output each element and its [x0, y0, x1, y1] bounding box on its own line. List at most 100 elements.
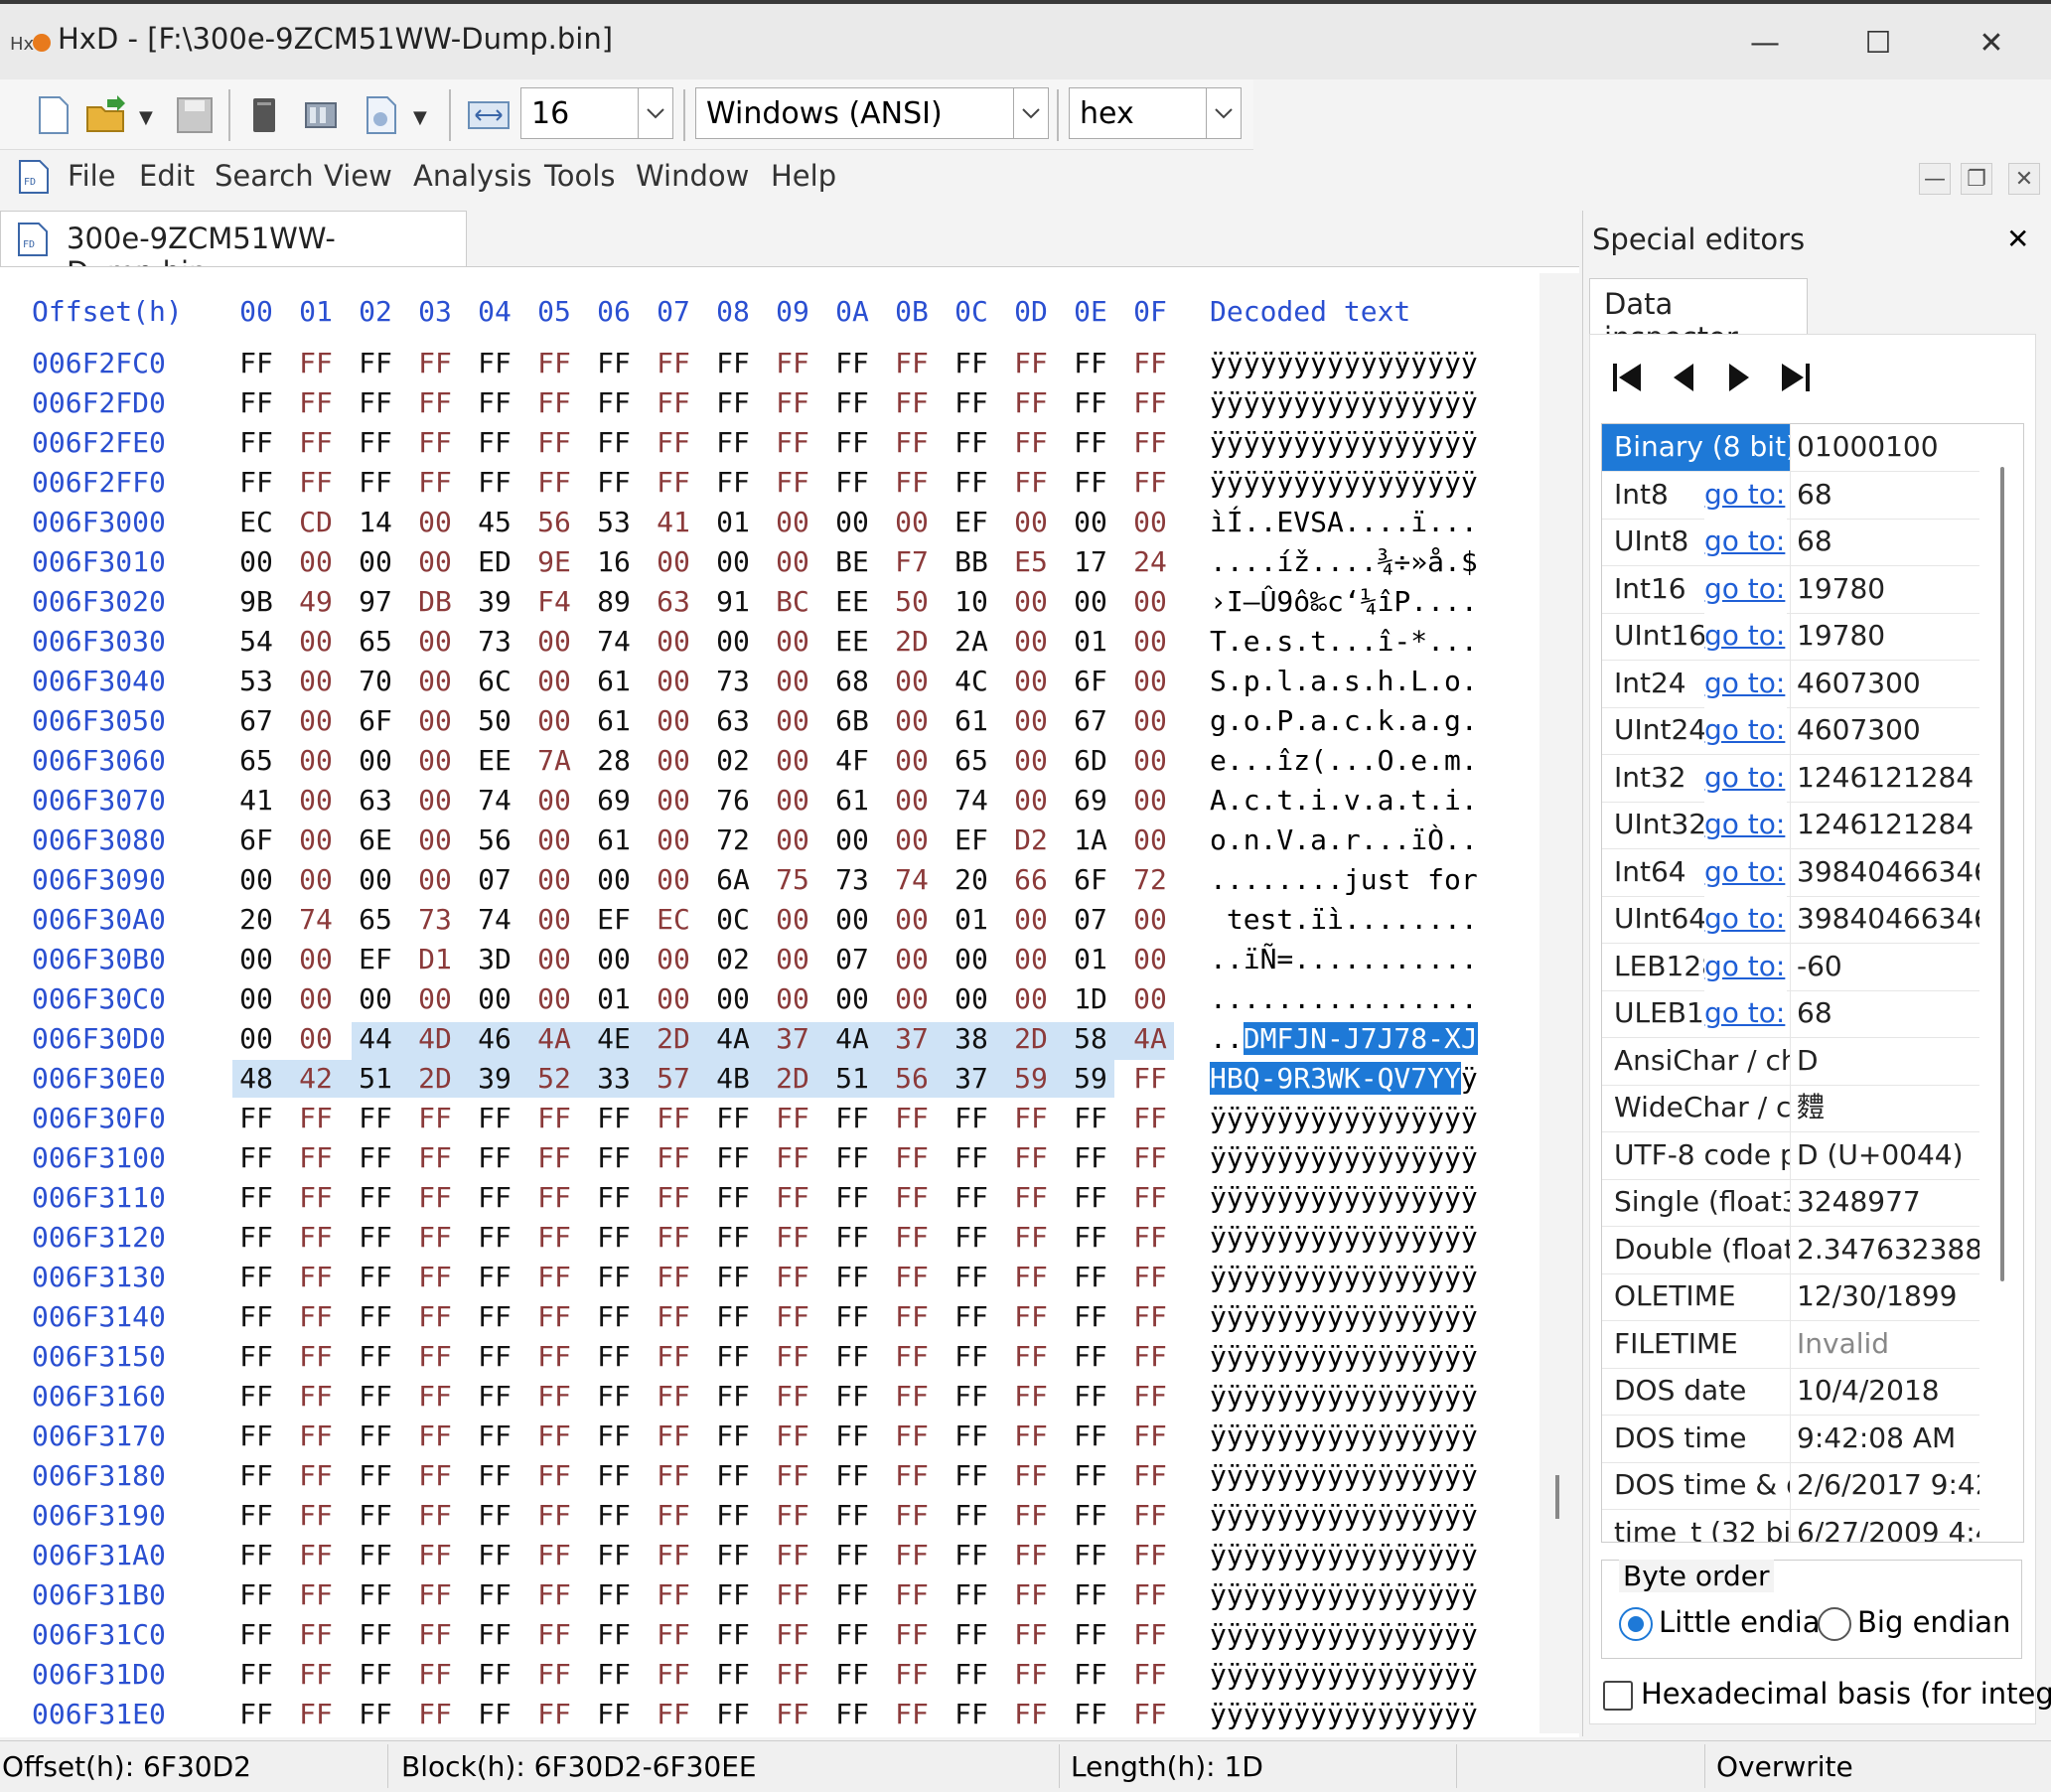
- inspector-row[interactable]: UInt16 go to: 19780: [1602, 613, 1979, 661]
- hex-byte[interactable]: FF: [652, 1658, 695, 1691]
- hex-byte[interactable]: FF: [890, 1261, 934, 1293]
- hex-byte[interactable]: 37: [890, 1022, 934, 1055]
- hex-byte[interactable]: 00: [294, 863, 338, 896]
- hex-byte[interactable]: FF: [771, 1181, 814, 1214]
- goto-link[interactable]: go to:: [1704, 660, 1788, 707]
- hex-byte[interactable]: 00: [890, 903, 934, 936]
- hex-byte[interactable]: FF: [294, 347, 338, 379]
- hex-byte[interactable]: FF: [652, 347, 695, 379]
- hex-byte[interactable]: FF: [771, 426, 814, 459]
- hex-byte[interactable]: FF: [294, 1419, 338, 1452]
- hex-byte[interactable]: FF: [473, 1618, 516, 1651]
- inspector-row[interactable]: UInt24 go to: 4607300: [1602, 707, 1979, 755]
- hex-byte[interactable]: FF: [1069, 1102, 1112, 1134]
- hex-byte[interactable]: FF: [711, 1698, 755, 1730]
- hex-byte[interactable]: 00: [1128, 943, 1172, 975]
- hex-byte[interactable]: FF: [294, 1658, 338, 1691]
- hex-byte[interactable]: FF: [711, 1618, 755, 1651]
- hex-byte[interactable]: FF: [294, 1300, 338, 1333]
- hex-byte[interactable]: FF: [830, 386, 874, 419]
- hex-byte[interactable]: FF: [1009, 1380, 1053, 1413]
- hex-byte[interactable]: FF: [950, 1181, 993, 1214]
- hex-byte[interactable]: FF: [413, 1102, 457, 1134]
- inspector-value[interactable]: 01000100: [1797, 424, 1979, 471]
- hex-byte[interactable]: FF: [652, 1261, 695, 1293]
- hex-byte[interactable]: 02: [711, 943, 755, 975]
- hex-byte[interactable]: 6A: [711, 863, 755, 896]
- hex-byte[interactable]: FF: [950, 1539, 993, 1571]
- goto-link[interactable]: go to:: [1704, 943, 1788, 990]
- inspector-value[interactable]: 3248977: [1797, 1179, 1979, 1226]
- hex-byte[interactable]: 00: [234, 982, 278, 1015]
- hex-byte[interactable]: FF: [771, 1578, 814, 1611]
- hex-byte[interactable]: FF: [830, 1340, 874, 1373]
- hex-byte[interactable]: FF: [1069, 1221, 1112, 1254]
- big-endian-radio[interactable]: [1818, 1607, 1851, 1641]
- hex-byte[interactable]: 00: [890, 823, 934, 856]
- hex-byte[interactable]: FF: [413, 1499, 457, 1532]
- hex-byte[interactable]: 4A: [532, 1022, 576, 1055]
- hex-byte[interactable]: FF: [1009, 466, 1053, 499]
- hex-byte[interactable]: 00: [890, 982, 934, 1015]
- hex-byte[interactable]: 00: [294, 1022, 338, 1055]
- hex-byte[interactable]: FF: [830, 1141, 874, 1174]
- hex-byte[interactable]: 00: [1069, 506, 1112, 538]
- hex-byte[interactable]: FF: [473, 1499, 516, 1532]
- hex-byte[interactable]: 4A: [711, 1022, 755, 1055]
- decoded-text[interactable]: ÿÿÿÿÿÿÿÿÿÿÿÿÿÿÿÿ: [1210, 1578, 1478, 1611]
- inspector-value[interactable]: 12/30/1899: [1797, 1273, 1979, 1320]
- hex-byte[interactable]: FF: [473, 1658, 516, 1691]
- goto-link[interactable]: go to:: [1704, 848, 1788, 896]
- hex-byte[interactable]: FF: [1009, 1102, 1053, 1134]
- hex-byte[interactable]: 2D: [771, 1062, 814, 1095]
- hex-byte[interactable]: 50: [473, 704, 516, 737]
- hex-byte[interactable]: FF: [890, 1300, 934, 1333]
- inspector-row[interactable]: DOS time & d 2/6/2017 9:42: [1602, 1462, 1979, 1510]
- hex-byte[interactable]: 01: [950, 903, 993, 936]
- hex-byte[interactable]: FF: [1128, 1459, 1172, 1492]
- hex-byte[interactable]: FF: [890, 1102, 934, 1134]
- hex-byte[interactable]: FF: [354, 1618, 397, 1651]
- hex-byte[interactable]: FF: [890, 1340, 934, 1373]
- hex-byte[interactable]: 00: [652, 784, 695, 817]
- bytes-per-row-select[interactable]: 16: [520, 87, 673, 139]
- hex-byte[interactable]: FF: [413, 1539, 457, 1571]
- hex-byte[interactable]: 00: [652, 823, 695, 856]
- hex-byte[interactable]: FF: [1128, 386, 1172, 419]
- hex-byte[interactable]: FF: [830, 1221, 874, 1254]
- hex-byte[interactable]: 00: [413, 704, 457, 737]
- decoded-text[interactable]: ÿÿÿÿÿÿÿÿÿÿÿÿÿÿÿÿ: [1210, 466, 1478, 499]
- hex-byte[interactable]: FF: [473, 1539, 516, 1571]
- hex-byte[interactable]: 00: [771, 903, 814, 936]
- goto-link[interactable]: go to:: [1704, 471, 1788, 519]
- hex-byte[interactable]: FF: [652, 386, 695, 419]
- inspector-value[interactable]: Invalid: [1797, 1321, 1979, 1368]
- hex-byte[interactable]: 00: [532, 982, 576, 1015]
- hex-byte[interactable]: EE: [830, 585, 874, 618]
- hex-byte[interactable]: 00: [592, 943, 636, 975]
- inspector-row[interactable]: Int8 go to: 68: [1602, 471, 1979, 520]
- hex-byte[interactable]: FF: [354, 1221, 397, 1254]
- hex-byte[interactable]: 00: [890, 665, 934, 697]
- mdi-close-button[interactable]: ✕: [2008, 163, 2040, 195]
- hex-byte[interactable]: FF: [950, 1221, 993, 1254]
- hex-byte[interactable]: 66: [1009, 863, 1053, 896]
- hex-byte[interactable]: 73: [413, 903, 457, 936]
- menu-item-window[interactable]: Window: [636, 159, 749, 193]
- hex-byte[interactable]: FF: [652, 1499, 695, 1532]
- hex-byte[interactable]: FF: [532, 1380, 576, 1413]
- hex-byte[interactable]: 00: [592, 863, 636, 896]
- hex-byte[interactable]: 00: [1128, 665, 1172, 697]
- hex-byte[interactable]: EC: [234, 506, 278, 538]
- decoded-text[interactable]: ..DMFJN-J7J78-XJ: [1210, 1022, 1478, 1055]
- hex-byte[interactable]: 00: [652, 943, 695, 975]
- hex-byte[interactable]: 2D: [413, 1062, 457, 1095]
- hex-byte[interactable]: FF: [532, 1181, 576, 1214]
- hex-byte[interactable]: 54: [234, 625, 278, 658]
- hex-byte[interactable]: FF: [711, 347, 755, 379]
- hex-byte[interactable]: FF: [1069, 1658, 1112, 1691]
- hex-byte[interactable]: FF: [294, 1181, 338, 1214]
- hex-byte[interactable]: 01: [1069, 943, 1112, 975]
- hex-byte[interactable]: FF: [1128, 1618, 1172, 1651]
- maximize-button[interactable]: ☐: [1820, 10, 1937, 75]
